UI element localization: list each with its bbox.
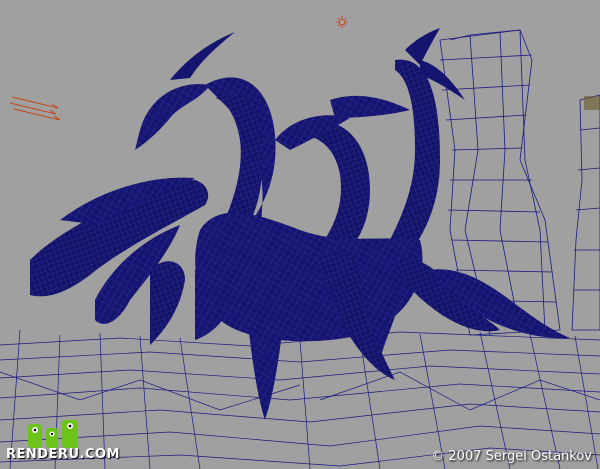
creature-wireframe xyxy=(30,28,570,420)
logo-text: RENDERU.COM xyxy=(6,447,120,462)
renderu-monsters-logo-icon xyxy=(28,420,78,448)
wireframe-scene xyxy=(0,16,600,469)
sun-light-icon[interactable] xyxy=(336,16,348,28)
rock-pillar-right xyxy=(571,94,600,331)
rock-texture-patch xyxy=(584,96,600,110)
directional-light-icon[interactable] xyxy=(9,96,61,121)
renderu-logo[interactable]: RENDERU.COM xyxy=(6,414,119,464)
render-viewport: RENDERU.COM © 2007 Sergei Ostankov xyxy=(0,0,600,469)
copyright-text: © 2007 Sergei Ostankov xyxy=(431,449,592,464)
